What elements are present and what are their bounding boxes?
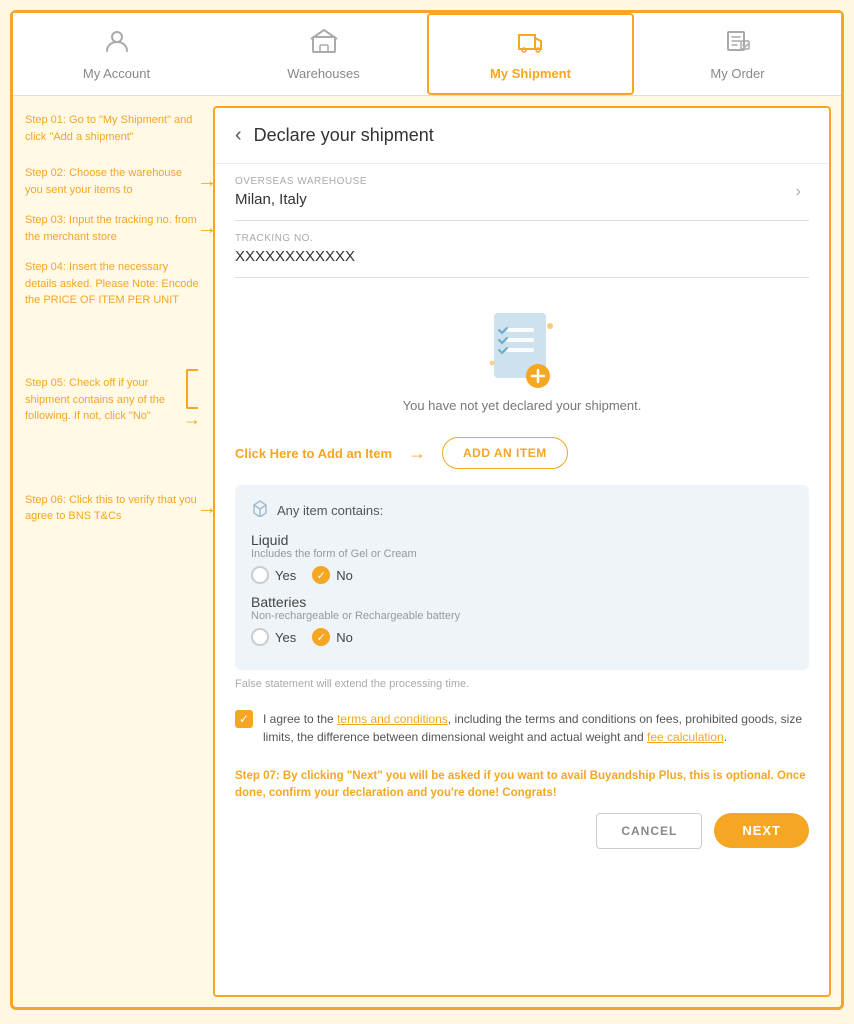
box-icon [251,499,269,522]
nav-item-my-shipment[interactable]: My Shipment [427,13,634,95]
terms-link[interactable]: terms and conditions [337,712,448,726]
next-button[interactable]: NEXT [714,813,809,848]
shipment-icon [516,27,546,62]
step-03-container: Step 03: Input the tracking no. from the… [25,212,201,245]
liquid-yes-option[interactable]: Yes [251,566,296,584]
top-navigation: My Account Warehouses My Sh [13,13,841,96]
step-05-container: Step 05: Check off if your shipment cont… [25,369,201,432]
fee-calc-link[interactable]: fee calculation [647,730,724,744]
nav-item-my-order[interactable]: My Order [634,13,841,95]
step-06-arrow: → [197,494,217,522]
liquid-no-circle [312,566,330,584]
false-statement-note: False statement will extend the processi… [215,670,829,698]
item-contains-box: Any item contains: Liquid Includes the f… [235,485,809,670]
tracking-field[interactable]: TRACKING NO. XXXXXXXXXXXX [235,221,809,278]
warehouse-label: OVERSEAS WAREHOUSE [235,176,809,187]
nav-label-warehouses: Warehouses [287,66,360,81]
agreement-text: I agree to the terms and conditions, inc… [263,710,809,746]
batteries-label: Batteries [251,594,793,610]
tracking-value: XXXXXXXXXXXX [235,248,809,265]
warehouse-field[interactable]: OVERSEAS WAREHOUSE Milan, Italy › [235,164,809,221]
add-item-row: Click Here to Add an Item → ADD AN ITEM [215,437,829,485]
order-icon [723,27,753,62]
empty-state-text: You have not yet declared your shipment. [403,398,642,413]
agreement-checkbox[interactable]: ✓ [235,710,253,728]
form-title: Declare your shipment [254,125,434,146]
nav-label-my-account: My Account [83,66,150,81]
liquid-row: Liquid Includes the form of Gel or Cream… [251,532,793,584]
agreement-section: ✓ I agree to the terms and conditions, i… [215,698,829,758]
warehouse-icon [309,27,339,62]
form-section: OVERSEAS WAREHOUSE Milan, Italy › TRACKI… [215,164,829,278]
batteries-yes-circle [251,628,269,646]
bottom-buttons: CANCEL NEXT [235,813,809,849]
account-icon [103,27,131,62]
batteries-radio-row: Yes No [251,628,793,646]
step-05: Step 05: Check off if your shipment cont… [25,377,165,422]
batteries-row: Batteries Non-rechargeable or Rechargeab… [251,594,793,646]
step-06-container: Step 06: Click this to verify that you a… [25,492,201,525]
liquid-yes-circle [251,566,269,584]
liquid-sub: Includes the form of Gel or Cream [251,548,793,560]
liquid-no-option[interactable]: No [312,566,353,584]
liquid-label: Liquid [251,532,793,548]
step-03: Step 03: Input the tracking no. from the… [25,212,201,245]
liquid-radio-row: Yes No [251,566,793,584]
batteries-sub: Non-rechargeable or Rechargeable battery [251,610,793,622]
add-item-label: Click Here to Add an Item [235,446,392,461]
step-01: Step 01: Go to "My Shipment" and click "… [25,112,201,145]
back-arrow[interactable]: ‹ [235,124,242,147]
warehouse-arrow: › [796,183,801,201]
step-02: Step 02: Choose the warehouse you sent y… [25,165,201,198]
bottom-section: Step 07: By clicking "Next" you will be … [215,758,829,863]
sidebar: Step 01: Go to "My Shipment" and click "… [13,96,213,1007]
step-05-bracket [186,369,198,409]
checklist-illustration [482,308,562,398]
batteries-yes-option[interactable]: Yes [251,628,296,646]
nav-item-warehouses[interactable]: Warehouses [220,13,427,95]
batteries-no-option[interactable]: No [312,628,353,646]
item-contains-title: Any item contains: [251,499,793,522]
step-07-text: Step 07: By clicking "Next" you will be … [235,768,809,803]
add-item-button[interactable]: ADD AN ITEM [442,437,568,469]
step-04: Step 04: Insert the necessary details as… [25,259,201,309]
contains-title-text: Any item contains: [277,503,383,518]
content-area: ‹ Declare your shipment OVERSEAS WAREHOU… [213,106,831,997]
declare-header: ‹ Declare your shipment [215,108,829,164]
step-06: Step 06: Click this to verify that you a… [25,492,201,525]
step-02-arrow: → [197,167,217,195]
empty-state: You have not yet declared your shipment. [215,278,829,437]
step-05-arrow: → [183,407,201,432]
warehouse-value: Milan, Italy [235,191,809,208]
nav-item-my-account[interactable]: My Account [13,13,220,95]
nav-label-my-shipment: My Shipment [490,66,571,81]
add-item-label-arrow: → [408,443,426,464]
tracking-label: TRACKING NO. [235,233,809,244]
step-03-arrow: → [197,214,217,242]
cancel-button[interactable]: CANCEL [596,813,702,849]
nav-label-my-order: My Order [710,66,764,81]
batteries-no-circle [312,628,330,646]
step-02-container: Step 02: Choose the warehouse you sent y… [25,165,201,198]
